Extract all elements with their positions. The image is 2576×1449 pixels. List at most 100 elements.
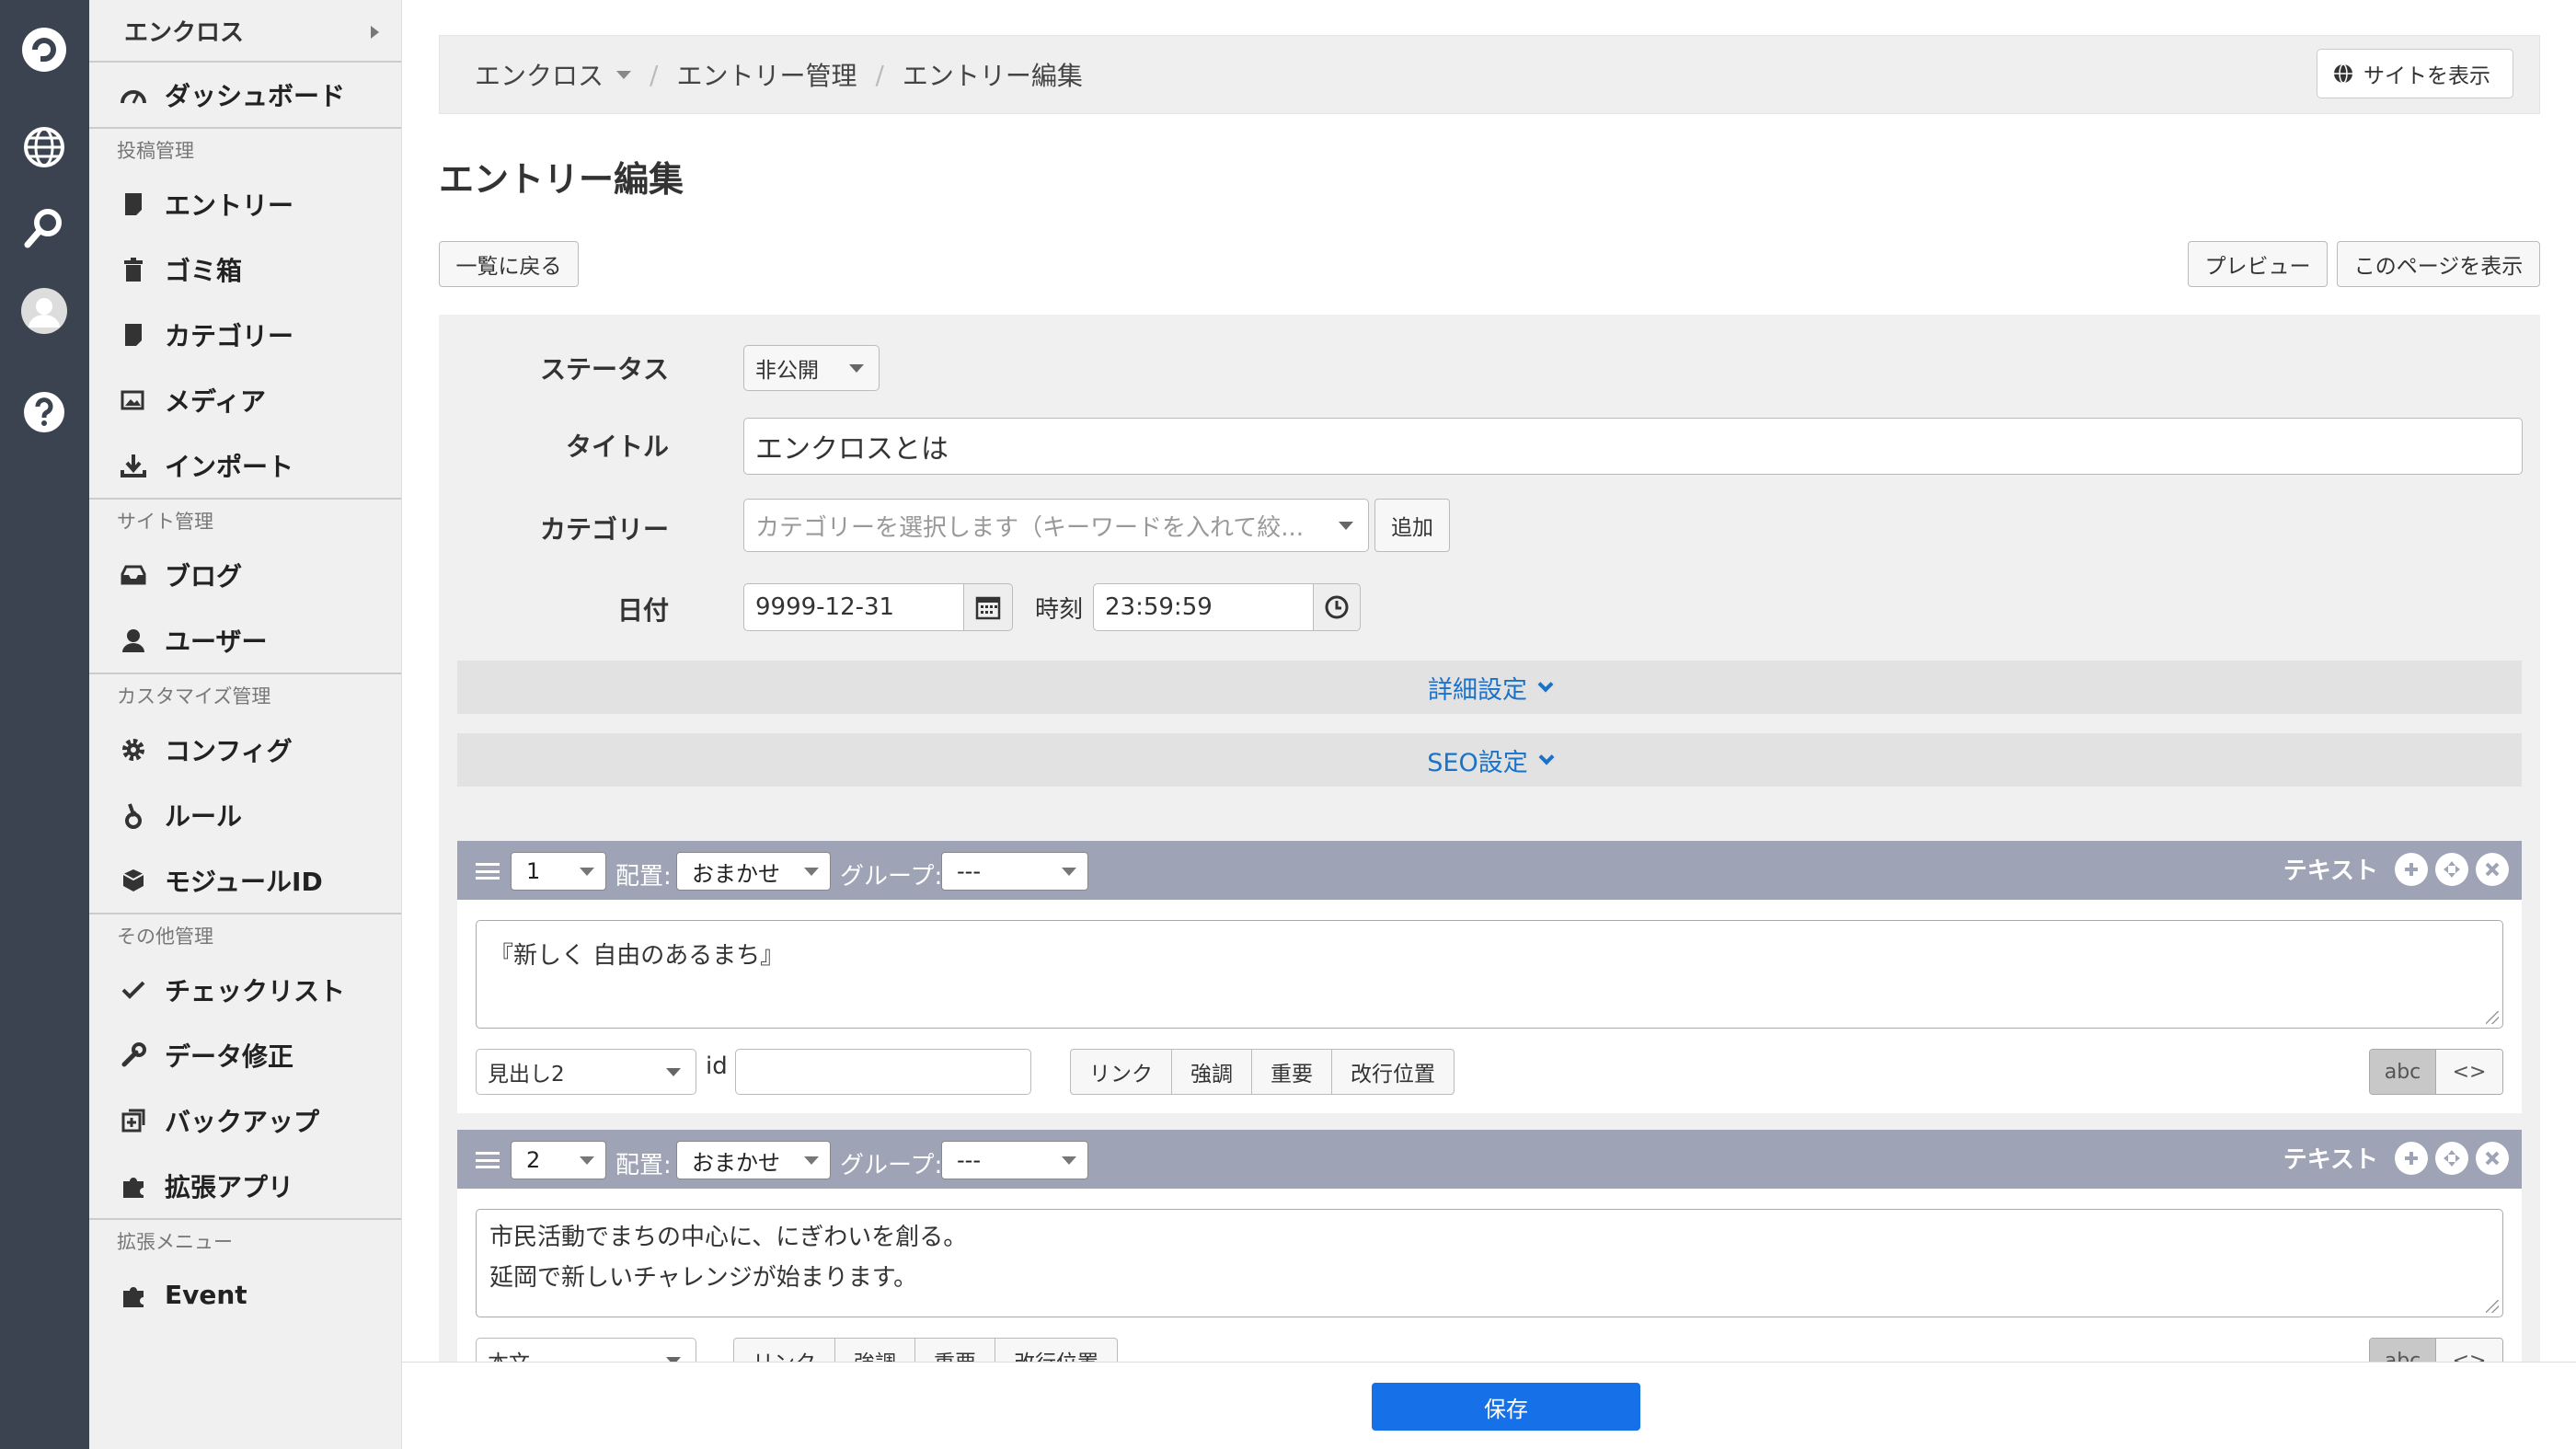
unit-textarea[interactable]: 市民活動でまちの中心に、にぎわいを創る。 延岡で新しいチャレンジが始まります。 (476, 1209, 2503, 1317)
group-select[interactable]: --- (941, 852, 1088, 891)
resize-handle-icon[interactable] (2486, 1011, 2499, 1024)
preview-button[interactable]: プレビュー (2188, 241, 2328, 287)
breadcrumb-item-entry-admin[interactable]: エントリー管理 (676, 56, 857, 93)
unit-order-select[interactable]: 1 (511, 852, 606, 891)
chevron-down-icon (1538, 749, 1555, 765)
drag-handle-icon[interactable] (476, 863, 500, 880)
emphasis-button[interactable]: 強調 (1172, 1050, 1252, 1094)
sidebar-item-label: バックアップ (165, 1106, 320, 1137)
category-add-button[interactable]: 追加 (1374, 499, 1450, 552)
globe-icon[interactable] (17, 120, 72, 175)
clock-icon (1325, 595, 1349, 619)
sidebar-item-label: カテゴリー (165, 320, 294, 351)
sidebar-item-data-fix[interactable]: データ修正 (89, 1022, 401, 1087)
sidebar-item-user[interactable]: ユーザー (89, 607, 401, 673)
calendar-icon (975, 596, 1001, 620)
sidebar-group-title: サイト管理 (117, 511, 213, 533)
sidebar-item-label: データ修正 (165, 1041, 294, 1072)
id-input[interactable] (735, 1049, 1031, 1095)
sidebar-item-category[interactable]: カテゴリー (89, 302, 401, 367)
save-button[interactable]: 保存 (1372, 1383, 1640, 1431)
sidebar-item-config[interactable]: コンフィグ (89, 717, 401, 782)
main-content: エンクロス / エントリー管理 / エントリー編集 サイトを表示 エントリー編集… (402, 0, 2576, 1449)
seo-settings-toggle[interactable]: SEO設定 (457, 733, 2522, 787)
date-input[interactable]: 9999-12-31 (743, 583, 964, 631)
time-input[interactable]: 23:59:59 (1093, 583, 1314, 631)
sidebar-item-blog[interactable]: ブログ (89, 542, 401, 607)
group-select[interactable]: --- (941, 1141, 1088, 1179)
status-select[interactable]: 非公開 (743, 345, 880, 391)
trash-icon (117, 253, 150, 286)
resize-handle-icon[interactable] (2486, 1300, 2499, 1313)
link-button[interactable]: リンク (1071, 1050, 1172, 1094)
sidebar-item-trash[interactable]: ゴミ箱 (89, 236, 401, 302)
delete-unit-icon[interactable] (2476, 1141, 2509, 1175)
inline-tools: リンク 強調 重要 改行位置 (1070, 1049, 1455, 1095)
category-select[interactable]: カテゴリーを選択します（キーワードを入れて絞... (743, 499, 1369, 552)
strong-button[interactable]: 重要 (1252, 1050, 1332, 1094)
document-icon (117, 188, 150, 221)
sidebar-item-import[interactable]: インポート (89, 432, 401, 498)
line-break-button[interactable]: 改行位置 (1332, 1050, 1454, 1094)
sidebar-item-media[interactable]: メディア (89, 367, 401, 432)
page-title: エントリー編集 (439, 159, 684, 200)
seo-settings-label: SEO設定 (1427, 748, 1528, 777)
sidebar-item-checklist[interactable]: チェックリスト (89, 957, 401, 1022)
icon-rail (0, 0, 89, 1449)
sidebar-item-entry[interactable]: エントリー (89, 171, 401, 236)
delete-unit-icon[interactable] (2476, 852, 2509, 886)
unit-text-line: 市民活動でまちの中心に、にぎわいを創る。 (489, 1224, 968, 1251)
sidebar-item-rule[interactable]: ルール (89, 782, 401, 847)
add-unit-icon[interactable] (2395, 1141, 2428, 1175)
breadcrumb-item-site[interactable]: エンクロス (475, 56, 604, 93)
view-site-label: サイトを表示 (2363, 64, 2490, 88)
view-this-page-button[interactable]: このページを表示 (2337, 241, 2540, 287)
add-unit-icon[interactable] (2395, 852, 2428, 886)
placement-select[interactable]: おまかせ (676, 1141, 831, 1179)
sidebar-item-label: ブログ (165, 560, 243, 592)
group-label: グループ: (840, 1152, 943, 1179)
chevron-down-icon (1339, 522, 1353, 530)
back-to-list-button[interactable]: 一覧に戻る (439, 241, 579, 287)
site-switcher[interactable]: エンクロス (89, 0, 401, 63)
tag-select[interactable]: 見出し2 (476, 1049, 696, 1095)
check-icon (117, 973, 150, 1006)
clock-button[interactable] (1313, 583, 1361, 631)
unit-textarea[interactable]: 『新しく 自由のあるまち』 (476, 920, 2503, 1029)
sidebar-item-label: ダッシュボード (165, 81, 346, 111)
code-mode-button[interactable]: <> (2436, 1050, 2502, 1094)
sidebar-item-extension[interactable]: 拡張アプリ (89, 1153, 401, 1218)
unit-order-select[interactable]: 2 (511, 1141, 606, 1179)
logo-icon[interactable] (17, 22, 72, 77)
sidebar-item-dashboard[interactable]: ダッシュボード (89, 63, 401, 129)
sidebar-item-label: モジュールID (165, 866, 323, 897)
site-switcher-label: エンクロス (124, 18, 245, 47)
view-site-button[interactable]: サイトを表示 (2317, 49, 2513, 98)
breadcrumb-separator: / (875, 59, 884, 90)
sidebar-item-label: Event (165, 1280, 247, 1310)
title-input[interactable]: エンクロスとは (743, 418, 2523, 475)
sidebar-item-label: エントリー (165, 190, 294, 221)
help-icon[interactable] (17, 385, 72, 440)
avatar[interactable] (17, 283, 72, 339)
chevron-down-icon[interactable] (616, 70, 632, 79)
detail-settings-toggle[interactable]: 詳細設定 (457, 661, 2522, 714)
unit-header: 2 配置: おまかせ グループ: --- テキスト (457, 1130, 2522, 1189)
chevron-down-icon (580, 1156, 594, 1165)
search-icon[interactable] (17, 201, 72, 256)
sidebar-item-module-id[interactable]: モジュールID (89, 847, 401, 913)
text-mode-button[interactable]: abc (2370, 1050, 2436, 1094)
move-unit-icon[interactable] (2435, 1141, 2468, 1175)
sidebar-item-backup[interactable]: バックアップ (89, 1087, 401, 1153)
wrench-icon (117, 1039, 150, 1072)
title-label: タイトル (565, 431, 669, 462)
placement-select[interactable]: おまかせ (676, 852, 831, 891)
calendar-button[interactable] (963, 583, 1013, 631)
globe-icon (2334, 63, 2352, 84)
puzzle-icon (117, 1279, 150, 1312)
category-placeholder: カテゴリーを選択します（キーワードを入れて絞... (755, 513, 1305, 542)
image-icon (117, 384, 150, 417)
sidebar-item-event[interactable]: Event (89, 1262, 401, 1328)
drag-handle-icon[interactable] (476, 1152, 500, 1168)
move-unit-icon[interactable] (2435, 852, 2468, 886)
